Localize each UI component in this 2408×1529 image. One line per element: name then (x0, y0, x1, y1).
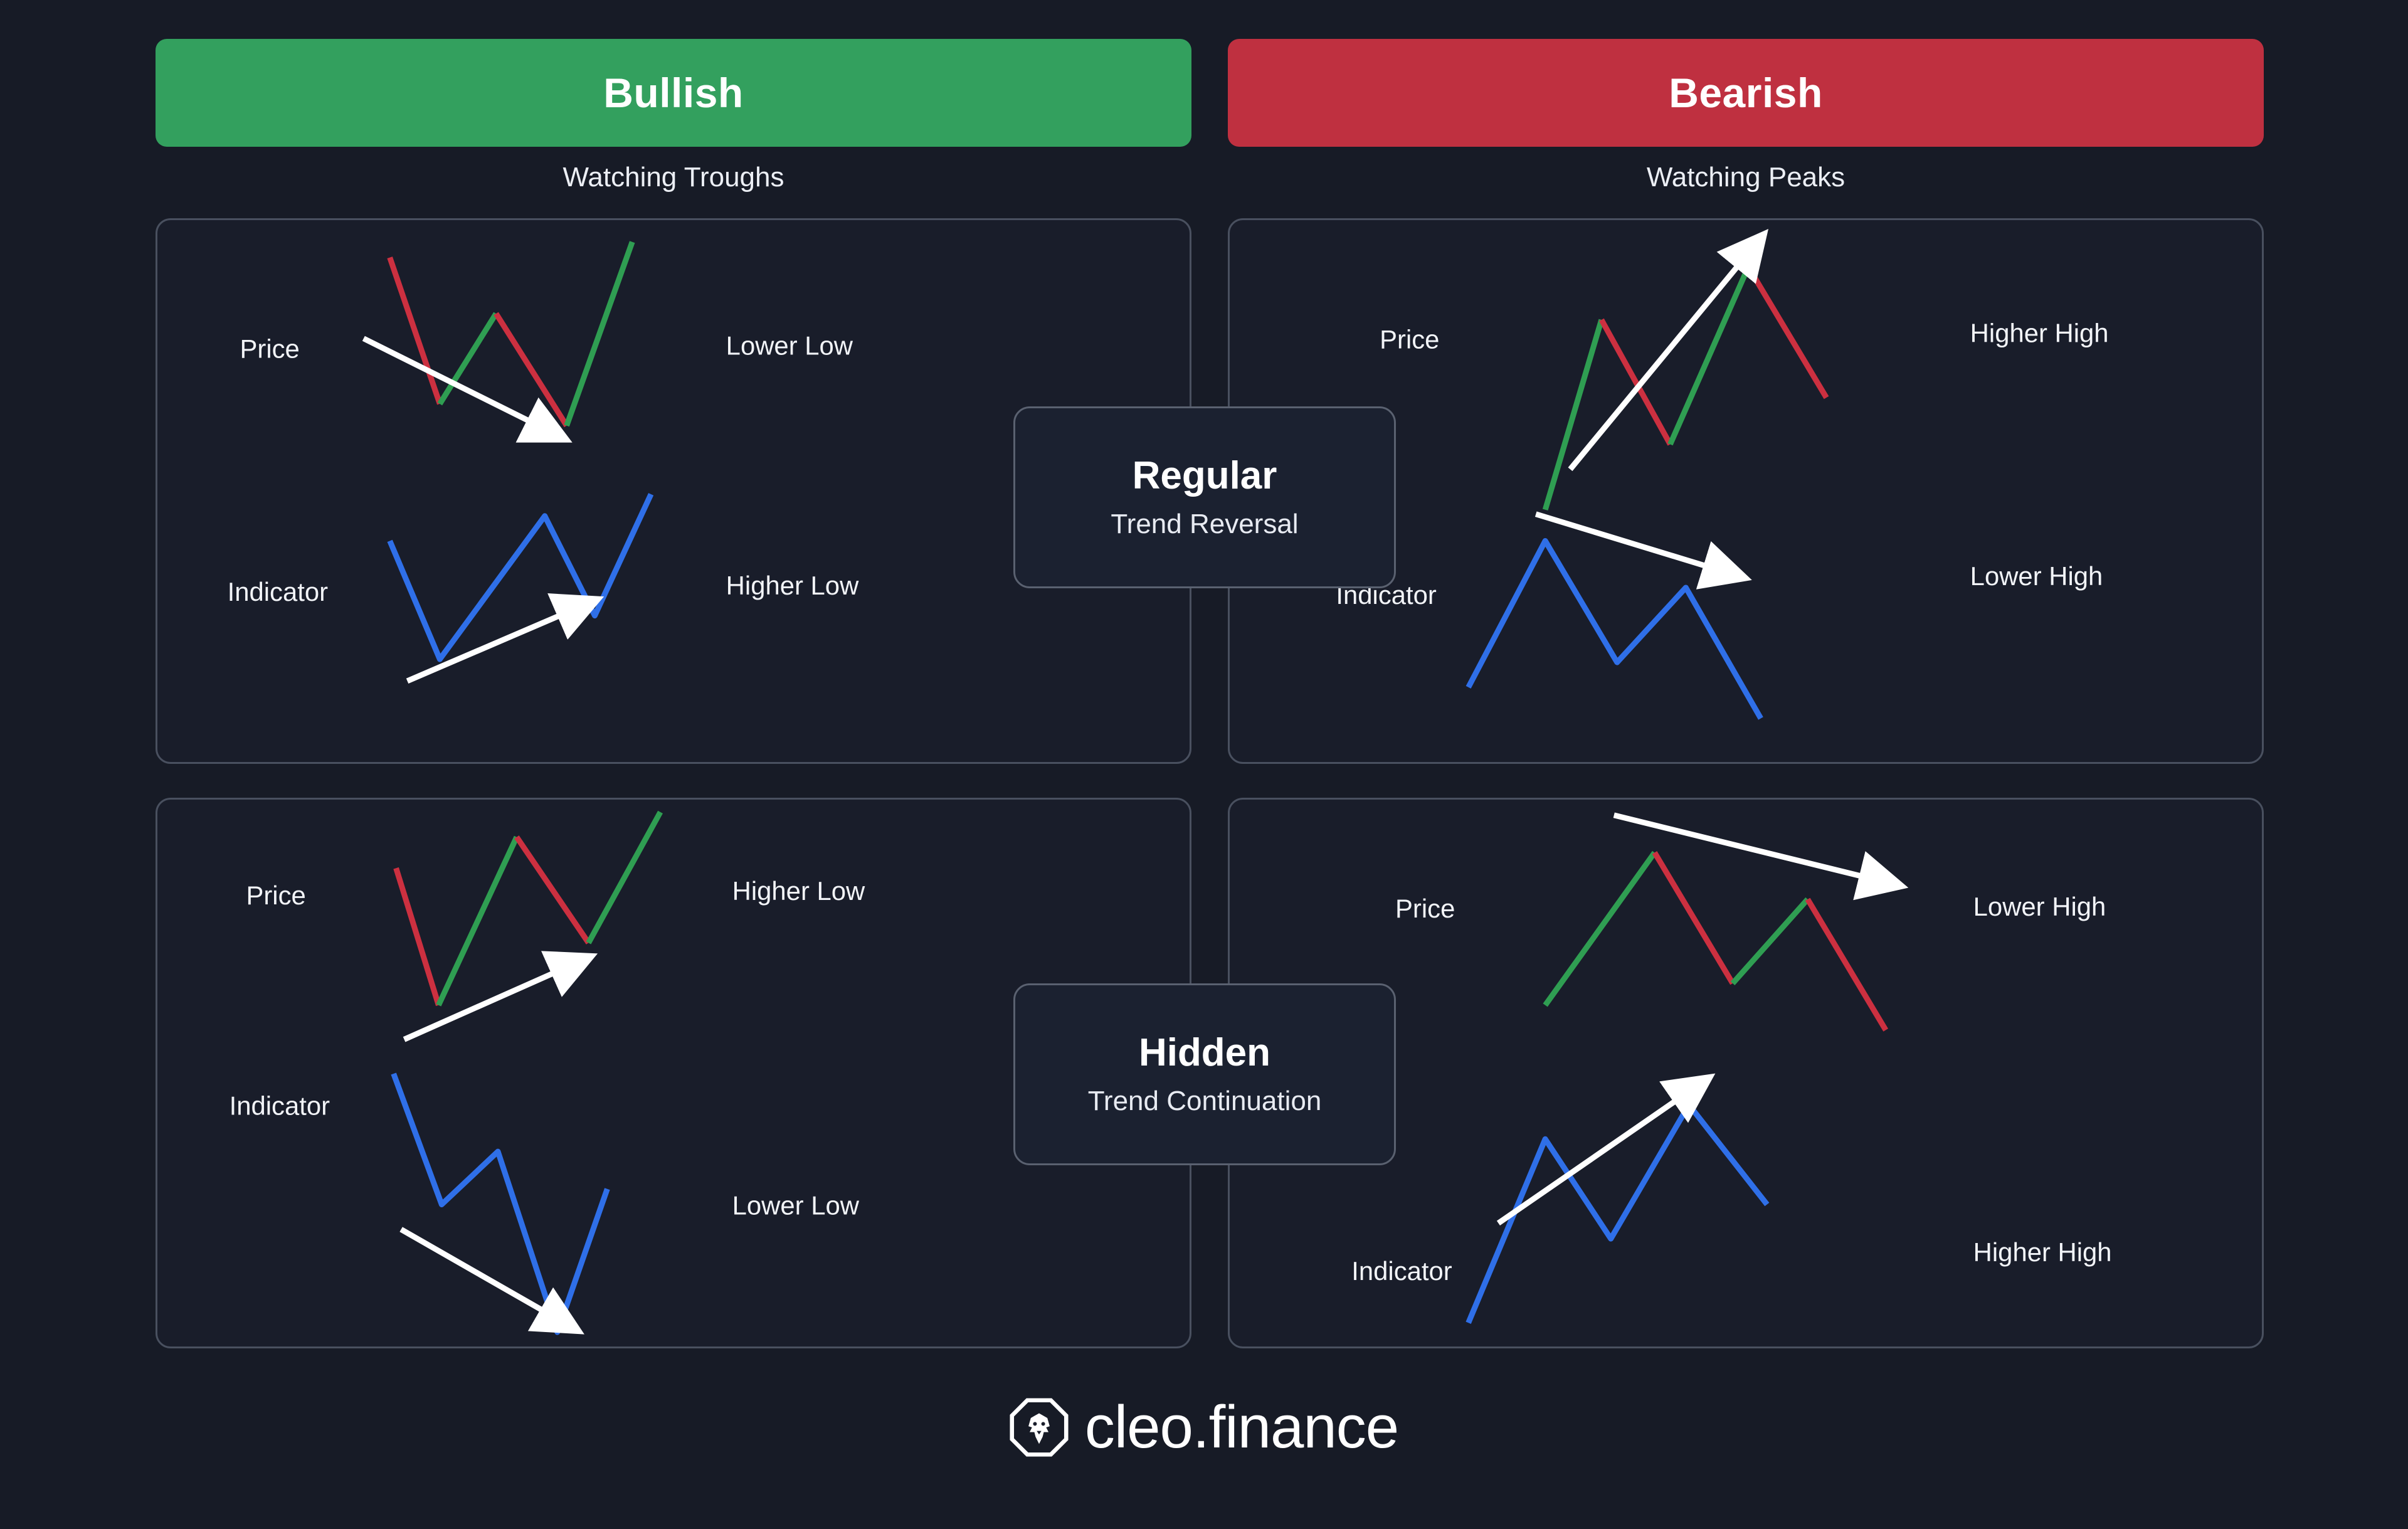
bullish-header-label: Bullish (603, 70, 744, 116)
badge-hidden[interactable]: Hidden Trend Continuation (1013, 983, 1396, 1165)
price-trendline-bullish-regular (362, 336, 573, 443)
price-zigzag-bullish-regular (387, 241, 635, 428)
price-zigzag-bearish-regular (1542, 265, 1829, 511)
bullish-subtitle: Watching Troughs (562, 162, 784, 193)
badge-regular-title: Regular (1132, 453, 1277, 497)
indicator-note-bullish-regular: Higher Low (726, 571, 859, 600)
indicator-trendline-bearish-hidden (1496, 1073, 1716, 1226)
indicator-label-bearish-hidden: Indicator (1351, 1256, 1452, 1286)
divergence-cheatsheet: Bullish Watching Troughs Bearish Watchin… (0, 0, 2408, 1529)
price-note-bullish-regular: Lower Low (726, 331, 853, 361)
indicator-label-bullish-hidden: Indicator (230, 1091, 330, 1121)
indicator-note-bearish-hidden: Higher High (1973, 1237, 2112, 1267)
price-zigzag-bullish-hidden (393, 810, 663, 1007)
price-note-bearish-regular: Higher High (1970, 319, 2109, 348)
brand-name: cleo.finance (1084, 1394, 1399, 1461)
price-label-bearish-hidden: Price (1395, 894, 1455, 923)
indicator-trendline-bullish-hidden (399, 1227, 584, 1335)
price-trendline-bearish-hidden (1613, 812, 1909, 901)
indicator-note-bullish-hidden: Lower Low (732, 1191, 860, 1220)
price-note-bearish-hidden: Lower High (1973, 892, 2106, 921)
price-note-bullish-hidden: Higher Low (732, 876, 865, 906)
badge-hidden-subtitle: Trend Continuation (1087, 1086, 1322, 1117)
indicator-zigzag-bullish-hidden (391, 1072, 610, 1335)
price-label-bearish-regular: Price (1380, 325, 1439, 354)
bearish-header-button[interactable]: Bearish (1228, 39, 2264, 147)
bearish-subtitle: Watching Peaks (1646, 162, 1846, 193)
indicator-note-bearish-regular: Lower High (1970, 561, 2103, 591)
badge-hidden-title: Hidden (1138, 1030, 1271, 1074)
price-zigzag-bearish-hidden (1543, 850, 1889, 1032)
footer-brand: cleo.finance (0, 1397, 2408, 1458)
badge-regular[interactable]: Regular Trend Reversal (1013, 406, 1396, 588)
bearish-header-label: Bearish (1669, 70, 1823, 116)
price-label-bullish-hidden: Price (246, 881, 305, 910)
bullish-header-button[interactable]: Bullish (156, 39, 1191, 147)
octagon-lion-logo-icon (1010, 1398, 1069, 1457)
badge-regular-subtitle: Trend Reversal (1111, 509, 1299, 540)
indicator-label-bullish-regular: Indicator (228, 577, 329, 606)
price-label-bullish-regular: Price (240, 334, 300, 364)
indicator-trendline-bearish-regular (1534, 511, 1752, 590)
